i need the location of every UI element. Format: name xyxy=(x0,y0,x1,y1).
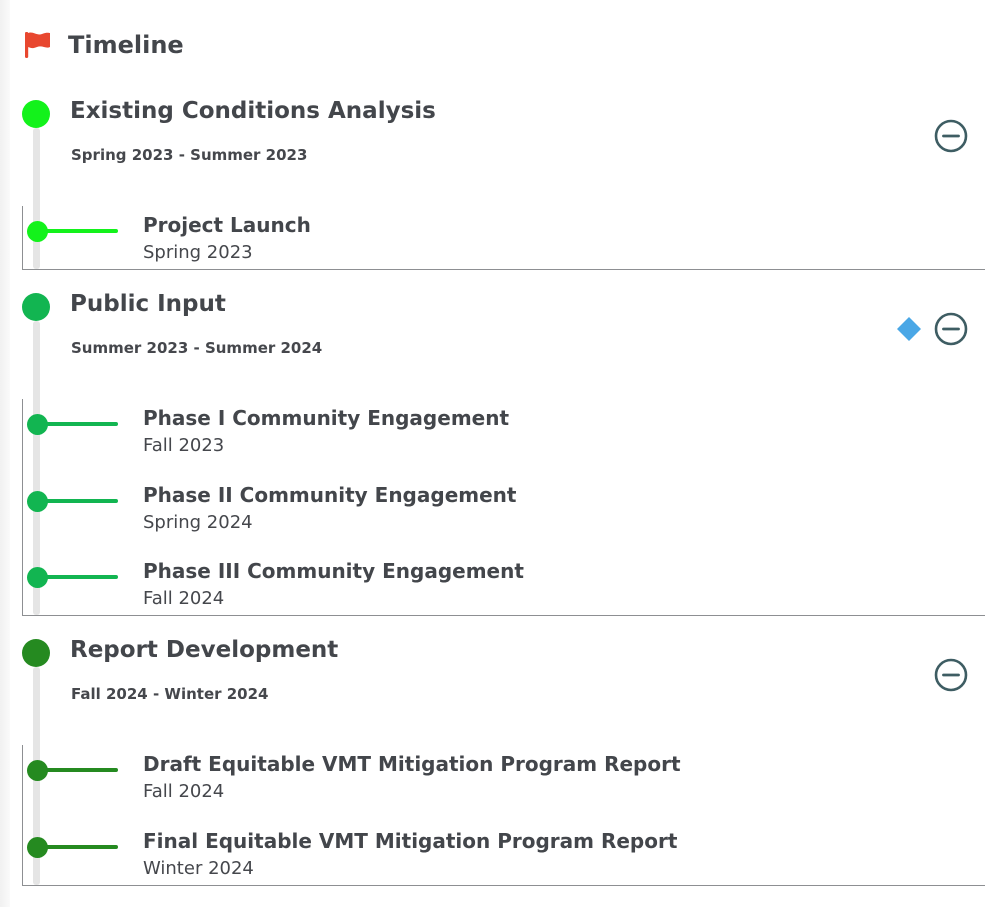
phase-status-dot xyxy=(22,100,50,128)
milestone-dot xyxy=(27,490,48,512)
milestone-connector xyxy=(44,844,118,849)
milestone-connector xyxy=(44,575,118,579)
milestone-title: Project Launch xyxy=(143,213,311,237)
minus-circle-icon xyxy=(934,312,968,346)
milestone-date: Fall 2023 xyxy=(143,435,225,456)
diamond-icon xyxy=(897,317,921,341)
phase-title: Public Input xyxy=(70,291,226,317)
timeline-phase: Report Development Fall 2024 - Winter 202… xyxy=(0,637,985,886)
milestone-item: Phase II Community Engagement Spring 2024 xyxy=(0,483,985,543)
phase-status-dot xyxy=(22,293,50,321)
phase-title: Existing Conditions Analysis xyxy=(70,98,436,124)
milestone-date: Spring 2023 xyxy=(143,242,253,263)
milestone-dot xyxy=(27,760,48,781)
milestone-item: Final Equitable VMT Mitigation Program R… xyxy=(0,829,985,889)
milestone-title: Final Equitable VMT Mitigation Program R… xyxy=(143,828,678,853)
milestone-dot xyxy=(27,414,48,435)
milestone-title: Draft Equitable VMT Mitigation Program R… xyxy=(143,752,681,776)
milestone-dot xyxy=(27,221,48,242)
milestone-title: Phase I Community Engagement xyxy=(143,406,510,430)
milestone-title: Phase III Community Engagement xyxy=(143,559,524,583)
milestone-date: Fall 2024 xyxy=(143,588,225,609)
milestone-connector xyxy=(44,768,118,772)
milestone-item: Phase III Community Engagement Fall 2024 xyxy=(0,559,985,619)
collapse-phase-button[interactable] xyxy=(934,312,968,346)
phase-status-dot xyxy=(22,639,50,667)
milestone-dot xyxy=(27,836,48,858)
milestone-title: Phase II Community Engagement xyxy=(143,482,517,507)
collapse-phase-button[interactable] xyxy=(934,658,968,692)
milestone-item: Project Launch Spring 2023 xyxy=(0,213,985,273)
phase-date-range: Fall 2024 - Winter 2024 xyxy=(71,685,269,703)
collapse-phase-button[interactable] xyxy=(934,119,968,153)
phase-date-range: Spring 2023 - Summer 2023 xyxy=(71,146,308,164)
timeline-phase: Existing Conditions Analysis Spring 2023 … xyxy=(0,98,985,270)
phase-title: Report Development xyxy=(70,637,339,663)
milestone-connector xyxy=(44,422,118,426)
milestone-date: Fall 2024 xyxy=(143,781,225,802)
minus-circle-icon xyxy=(934,119,968,153)
milestone-date: Spring 2024 xyxy=(143,511,253,533)
milestone-date: Winter 2024 xyxy=(143,857,254,879)
milestone-dot xyxy=(27,567,48,588)
milestone-item: Phase I Community Engagement Fall 2023 xyxy=(0,406,985,466)
timeline: Existing Conditions Analysis Spring 2023 … xyxy=(0,0,985,907)
minus-circle-icon xyxy=(934,658,968,692)
milestone-connector xyxy=(44,229,118,233)
milestone-item: Draft Equitable VMT Mitigation Program R… xyxy=(0,752,985,812)
timeline-phase: Public Input Summer 2023 - Summer 2024 Pha… xyxy=(0,291,985,616)
phase-date-range: Summer 2023 - Summer 2024 xyxy=(71,339,323,357)
milestone-connector xyxy=(44,498,118,503)
